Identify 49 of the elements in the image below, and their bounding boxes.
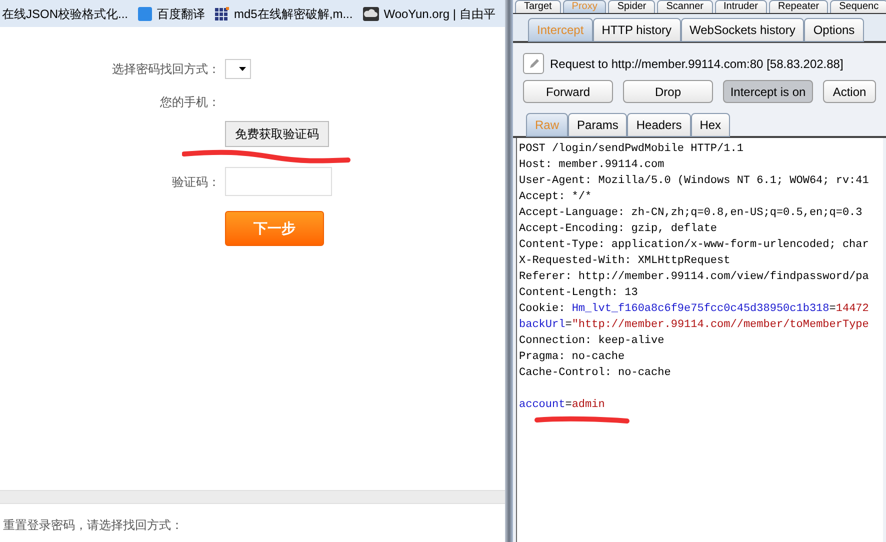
request-line: backUrl="http://member.99114.com//member/toMemberType [519,318,870,333]
cloud-icon [362,6,379,20]
action-button[interactable]: Intercept is on [723,80,813,103]
action-button[interactable]: Forward [523,80,613,103]
action-button[interactable]: Drop [623,80,713,103]
field-label: 您的手机： [160,94,220,111]
method-select[interactable] [225,59,251,79]
grid-icon [215,6,230,20]
request-line: Host: member.99114.com [519,158,666,173]
tab[interactable]: HTTP history [592,18,680,42]
request-line: Cache-Control: no-cache [519,366,672,381]
tab[interactable]: Intruder [714,0,767,13]
tab[interactable]: Scanner [657,0,713,13]
request-line: Accept-Encoding: gzip, deflate [519,222,718,237]
tab[interactable]: Repeater [768,0,828,13]
bookmark-link[interactable]: 百度翻译 [138,4,206,22]
tab[interactable]: Spider [608,0,656,13]
request-line: Pragma: no-cache [519,350,626,365]
request-line: Accept: */* [519,190,593,205]
request-line: Referer: http://member.99114.com/view/findpassword/pa [519,270,870,285]
bookmark-link[interactable]: WooYun.org | 自由平 [362,4,496,22]
send-code-button[interactable]: 免费获取验证码 [225,121,329,147]
request-line: Connection: keep-alive [519,334,666,349]
bookmark-link[interactable]: 在线JSON校验格式化... [2,4,128,22]
request-line: account=admin [519,398,606,413]
footer-text: 重置登录密码，请选择找回方式： [2,517,184,534]
tab[interactable]: Sequenc [830,0,886,13]
tab[interactable]: Options [804,18,864,42]
request-line: Content-Length: 13 [519,286,639,301]
code-input[interactable] [225,167,332,196]
action-button[interactable]: Action [823,80,876,103]
bookmark-link[interactable]: md5在线解密破解,m... [215,4,353,22]
request-line: User-Agent: Mozilla/5.0 (Windows NT 6.1; WOW64; rv:41 [519,174,870,189]
field-label: 选择密码找回方式： [112,61,220,78]
tab[interactable]: Target [515,0,561,13]
request-line: Cookie: Hm_lvt_f160a8c6f9e75fcc0c45d38950c1b318=14472 [519,302,870,317]
pencil-button[interactable] [523,53,544,74]
tab[interactable]: Headers [627,113,691,137]
caret-icon [239,67,246,71]
request-line: POST /login/sendPwdMobile HTTP/1.1 [519,142,744,157]
field-label: 验证码： [172,174,220,190]
request-line: Accept-Language: zh-CN,zh;q=0.8,en-US;q=0.5,en;q=0.3 [519,206,864,221]
request-line: Content-Type: application/x-www-form-urlencoded; char [519,238,870,253]
request-line: X-Requested-With: XMLHttpRequest [519,254,732,269]
tab[interactable]: WebSockets history [680,18,804,42]
request-info: Request to http://member.99114.com:80 [58.83.202.88] [550,56,844,72]
tab[interactable]: Params [568,113,628,137]
tab[interactable]: Hex [690,113,730,137]
pencil-icon [528,58,540,70]
